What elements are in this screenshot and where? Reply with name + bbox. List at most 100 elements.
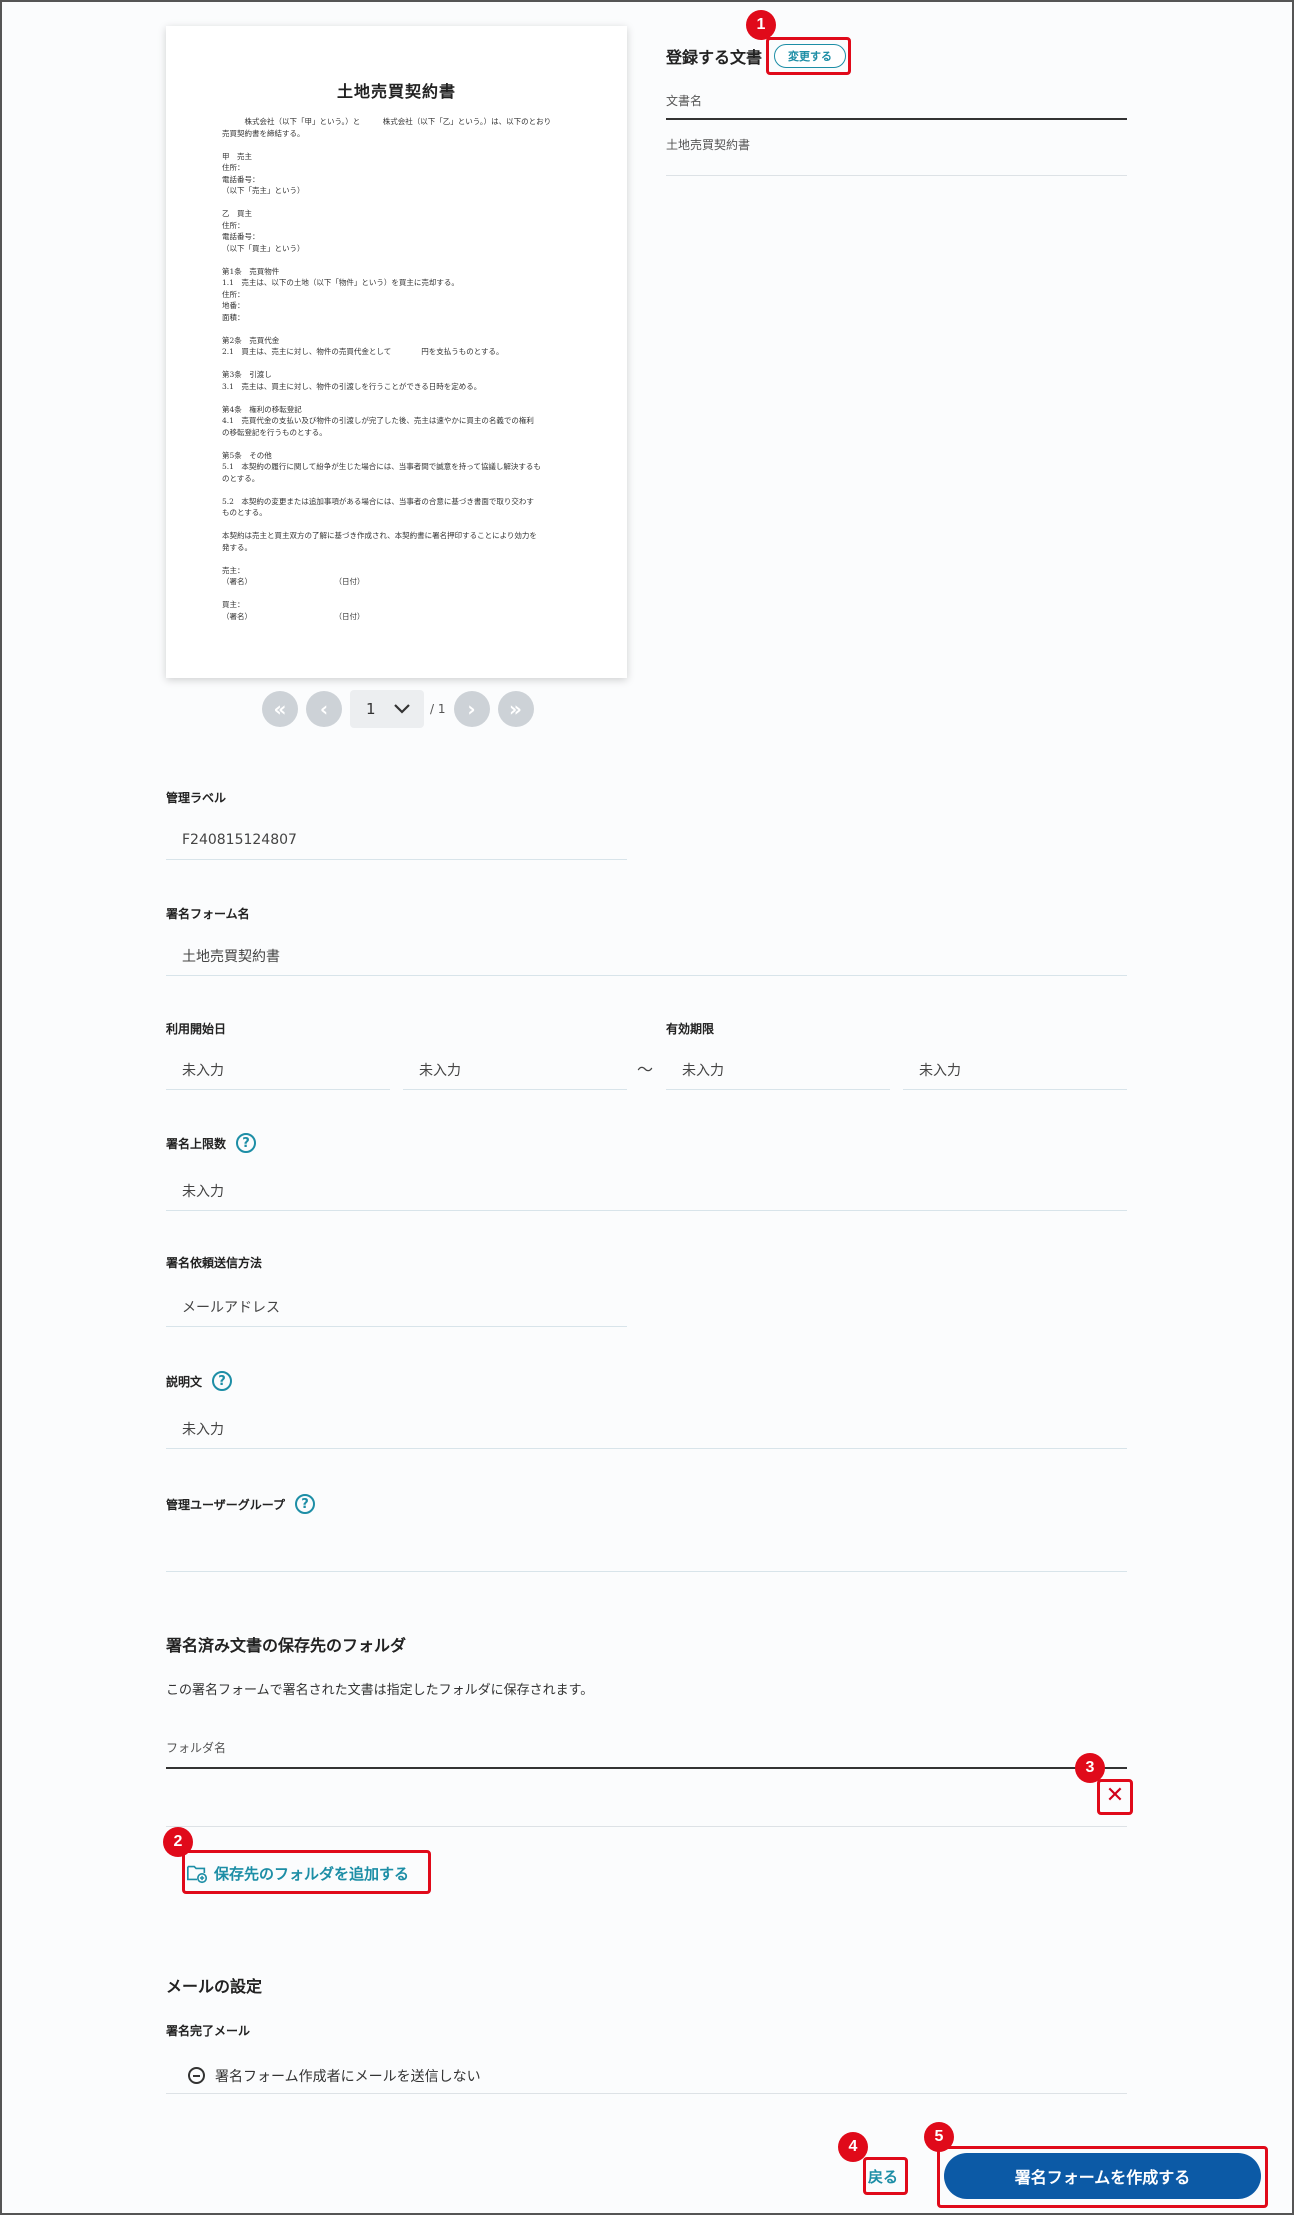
chevron-right-icon[interactable]: › [453, 691, 490, 727]
send-method-label: 署名依頼送信方法 [166, 1254, 262, 1271]
document-preview: 土地売買契約書 株式会社（以下「甲」という。）と 株式会社（以下「乙」という。）… [166, 26, 627, 678]
expiry-label-text: 有効期限 [666, 1022, 715, 1036]
annotation-box-2 [182, 1850, 431, 1894]
help-icon[interactable]: ? [295, 1494, 316, 1514]
document-line: 第4条 権利の移転登記 [222, 404, 302, 414]
annotation-box-1 [766, 37, 851, 75]
help-icon[interactable]: ? [212, 1371, 233, 1391]
expiry-label: 有効期限 [666, 1020, 714, 1037]
document-line: 甲 売主 [222, 151, 252, 161]
completion-mail-value: 署名フォーム作成者にメールを送信しない [215, 2068, 481, 2085]
document-line: （署名） （日付） [222, 577, 365, 586]
annotation-box-3 [1097, 1779, 1133, 1815]
help-icon[interactable]: ? [236, 1133, 257, 1153]
sign-limit-field[interactable]: 未入力 [166, 1171, 1127, 1211]
description-label: 説明文 ? [166, 1371, 233, 1391]
document-line: のとする。 [222, 473, 260, 483]
document-line: 5.1 本契約の履行に関して紛争が生じた場合には、当事者間で誠意を持って協議し解… [222, 462, 541, 471]
start-time-field[interactable]: 未入力 [403, 1050, 627, 1090]
folder-name-header: フォルダ名 [166, 1739, 1127, 1769]
document-line: 住所： [222, 163, 245, 172]
document-line: 5.2 本契約の変更または追加事項がある場合には、当事者の合意に基づき書面で取り… [222, 496, 534, 506]
start-date-field[interactable]: 未入力 [166, 1050, 390, 1090]
document-line: の移転登記を行うものとする。 [222, 427, 327, 437]
document-line: 売買契約書を締結する。 [222, 128, 305, 138]
document-line: 売主： [222, 565, 245, 575]
document-line: 1.1 売主は、以下の土地（以下「物件」という）を買主に売却する。 [222, 278, 459, 287]
sign-limit-label-text: 署名上限数 [166, 1136, 227, 1151]
admin-group-field[interactable] [166, 1532, 1127, 1572]
page-select[interactable]: 1 [350, 690, 424, 728]
document-line: 住所： [222, 289, 245, 299]
double-chevron-right-icon[interactable]: » [497, 691, 534, 727]
annotation-number-4: 4 [838, 2132, 868, 2162]
send-method-select[interactable]: メールアドレス [166, 1287, 627, 1327]
date-range-separator: ～ [637, 1060, 654, 1079]
page-select-value: 1 [366, 700, 376, 718]
document-line: 第3条 引渡し [222, 370, 272, 379]
description-label-text: 説明文 [166, 1374, 203, 1389]
document-line: 4.1 売買代金の支払い及び物件の引渡しが完了した後、売主は速やかに買主の名義で… [222, 416, 534, 425]
minus-circle-icon [188, 2067, 205, 2084]
form-name-field[interactable]: 土地売買契約書 [166, 936, 1127, 976]
chevron-left-icon[interactable]: ‹ [306, 691, 342, 727]
annotation-number-2: 2 [163, 1827, 193, 1857]
sign-limit-label: 署名上限数 ? [166, 1133, 257, 1153]
description-field[interactable]: 未入力 [166, 1409, 1127, 1449]
annotation-number-1: 1 [746, 10, 776, 40]
start-date-label: 利用開始日 [166, 1020, 226, 1037]
completion-mail-row: 署名フォーム作成者にメールを送信しない [166, 2058, 1127, 2094]
document-line: 電話番号： [222, 174, 260, 184]
document-line: 第1条 売買物件 [222, 266, 280, 276]
document-line: 第5条 その他 [222, 450, 272, 460]
form-name-label-text: 署名フォーム名 [166, 907, 250, 921]
start-date-label-text: 利用開始日 [166, 1022, 227, 1036]
document-line: 発する。 [222, 542, 252, 552]
folder-description: この署名フォームで署名された文書は指定したフォルダに保存されます。 [166, 1683, 594, 1698]
expiry-date-field[interactable]: 未入力 [666, 1050, 890, 1090]
document-line: （以下「買主」という） [222, 243, 305, 253]
document-line: （署名） （日付） [222, 611, 365, 621]
document-line: 電話番号： [222, 232, 260, 241]
annotation-number-3: 3 [1075, 1753, 1105, 1783]
document-line: 2.1 買主は、売主に対し、物件の売買代金として 円を支払うものとする。 [222, 347, 504, 356]
management-label-label: 管理ラベル [166, 789, 226, 806]
document-title: 土地売買契約書 [336, 82, 456, 101]
double-chevron-left-icon[interactable]: « [262, 691, 298, 727]
chevron-down-icon [394, 704, 410, 714]
document-line: 住所： [222, 220, 245, 230]
document-line: 3.1 売主は、買主に対し、物件の引渡しを行うことができる日時を定める。 [222, 381, 482, 391]
form-name-label: 署名フォーム名 [166, 905, 250, 922]
page-navigator: « ‹ 1 / 1 › » [262, 690, 534, 728]
document-line: 株式会社（以下「甲」という。）と 株式会社（以下「乙」という。）は、以下のとおり [222, 117, 552, 126]
document-line: 買主： [222, 600, 245, 609]
folder-row [166, 1769, 1127, 1827]
management-label-field[interactable]: F240815124807 [166, 820, 627, 860]
admin-group-label-text: 管理ユーザーグループ [166, 1497, 286, 1512]
registered-doc-title: 登録する文書 [666, 48, 763, 67]
document-name-cell: 土地売買契約書 [666, 136, 1127, 176]
annotation-box-5 [937, 2146, 1268, 2208]
document-line: 乙 買主 [222, 209, 252, 218]
expiry-time-field[interactable]: 未入力 [903, 1050, 1127, 1090]
document-line: 本契約は売主と買主双方の了解に基づき作成され、本契約書に署名押印することにより効… [222, 531, 537, 540]
annotation-number-5: 5 [924, 2122, 954, 2152]
document-name-header: 文書名 [666, 92, 1127, 120]
annotation-box-4 [863, 2157, 908, 2195]
completion-mail-label: 署名完了メール [166, 2024, 251, 2038]
mail-section-title: メールの設定 [166, 1977, 263, 1996]
document-line: 面積： [222, 312, 245, 322]
admin-group-label: 管理ユーザーグループ ? [166, 1494, 316, 1514]
document-line: 地番： [222, 301, 245, 310]
document-body: 株式会社（以下「甲」という。）と 株式会社（以下「乙」という。）は、以下のとおり… [222, 116, 571, 622]
send-method-label-text: 署名依頼送信方法 [166, 1256, 263, 1270]
